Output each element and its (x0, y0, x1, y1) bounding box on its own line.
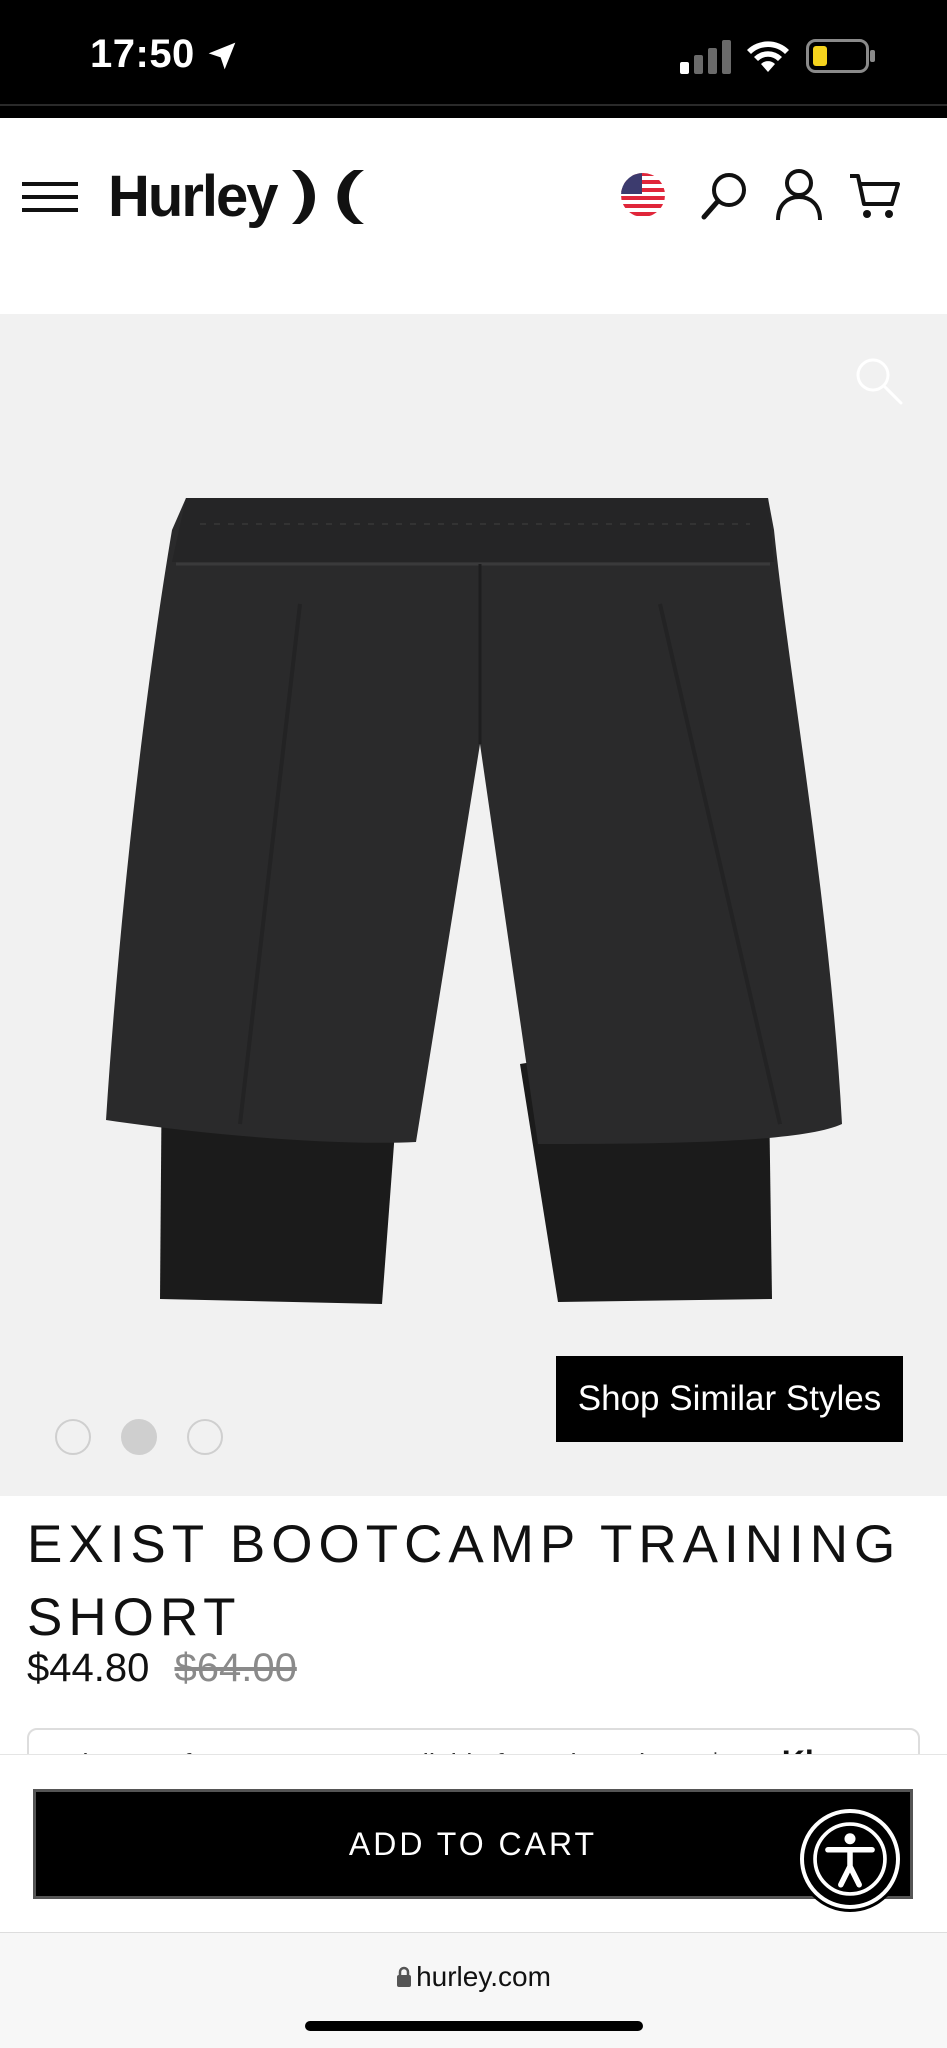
cellular-signal-icon (680, 40, 731, 74)
original-price: $64.00 (174, 1646, 297, 1690)
image-pagination-dots (55, 1419, 223, 1455)
cart-icon[interactable] (848, 172, 900, 220)
lock-icon (397, 1966, 412, 1987)
browser-address-bar: hurley.com (0, 1932, 947, 2048)
location-arrow-icon (208, 42, 236, 70)
pagination-dot[interactable] (187, 1419, 223, 1455)
product-image-shorts (106, 498, 842, 1304)
account-icon[interactable] (774, 168, 824, 222)
hurley-logo[interactable]: Hurley (108, 162, 368, 232)
sticky-cart-bar: ADD TO CART (0, 1754, 947, 1932)
shop-similar-styles-button[interactable]: Shop Similar Styles (556, 1356, 903, 1442)
status-divider (0, 104, 947, 106)
sale-price: $44.80 (27, 1646, 150, 1690)
svg-text:Hurley: Hurley (108, 164, 278, 229)
pagination-dot-active[interactable] (121, 1419, 157, 1455)
wifi-icon (747, 41, 789, 72)
zoom-icon[interactable] (854, 356, 904, 406)
site-header: Hurley (0, 120, 947, 310)
url-text: hurley.com (416, 1961, 551, 1992)
pagination-dot[interactable] (55, 1419, 91, 1455)
price-row: $44.80 $64.00 (27, 1646, 297, 1691)
hamburger-menu-icon[interactable] (22, 180, 78, 216)
battery-icon (806, 39, 875, 73)
url-display[interactable]: hurley.com (0, 1961, 947, 1993)
us-flag-icon[interactable] (620, 172, 666, 218)
status-time: 17:50 (90, 32, 195, 76)
status-bar: 17:50 (0, 0, 947, 118)
accessibility-icon[interactable] (800, 1809, 900, 1909)
product-gallery[interactable]: Shop Similar Styles (0, 314, 947, 1496)
home-indicator (305, 2021, 643, 2031)
product-title: EXIST BOOTCAMP TRAINING SHORT (27, 1515, 902, 1647)
search-icon[interactable] (700, 170, 750, 222)
add-to-cart-button[interactable]: ADD TO CART (33, 1789, 913, 1899)
